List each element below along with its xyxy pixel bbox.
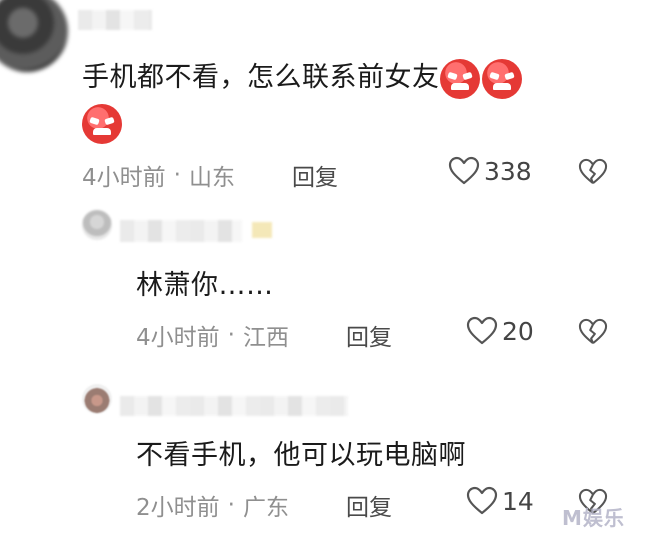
- avatar[interactable]: [82, 384, 112, 414]
- location: 广东: [242, 495, 289, 521]
- watermark: M娱乐: [562, 506, 625, 530]
- dislike-button[interactable]: [578, 158, 608, 186]
- separator: ·: [227, 492, 235, 518]
- angry-face-emoji: [481, 58, 522, 99]
- reply-button[interactable]: 回复: [292, 158, 338, 192]
- like-button[interactable]: 14: [466, 486, 534, 516]
- like-button[interactable]: 338: [448, 156, 532, 186]
- location: 山东: [188, 165, 235, 191]
- timestamp: 4小时前: [136, 325, 220, 351]
- comment-body: 手机都不看，怎么联系前女友: [82, 62, 440, 93]
- broken-heart-icon: [578, 318, 608, 345]
- angry-face-emoji: [82, 104, 122, 144]
- badge-blurred: [252, 222, 272, 238]
- username-blurred[interactable]: [120, 220, 242, 242]
- reply-button[interactable]: 回复: [346, 488, 392, 522]
- broken-heart-icon: [578, 158, 608, 185]
- comment-meta: 4小时前 · 江西: [136, 318, 289, 352]
- comment-meta: 2小时前 · 广东: [136, 488, 289, 522]
- avatar[interactable]: [0, 0, 68, 72]
- like-count: 14: [502, 486, 534, 516]
- heart-icon: [466, 316, 498, 345]
- location: 江西: [242, 325, 289, 351]
- username-blurred[interactable]: [120, 396, 348, 416]
- comment-text: 不看手机，他可以玩电脑啊: [136, 440, 466, 471]
- comment-text: 手机都不看，怎么联系前女友: [82, 58, 522, 99]
- avatar[interactable]: [82, 210, 112, 240]
- separator: ·: [227, 322, 235, 348]
- comment-text: 林萧你……: [136, 270, 274, 301]
- like-count: 20: [502, 316, 534, 346]
- heart-icon: [466, 486, 498, 515]
- reply-button[interactable]: 回复: [346, 318, 392, 352]
- timestamp: 2小时前: [136, 495, 220, 521]
- username-blurred[interactable]: [78, 10, 152, 30]
- like-button[interactable]: 20: [466, 316, 534, 346]
- dislike-button[interactable]: [578, 318, 608, 346]
- timestamp: 4小时前: [82, 165, 166, 191]
- comment-emoji-line: [82, 104, 122, 144]
- separator: ·: [173, 162, 181, 188]
- heart-icon: [448, 156, 480, 185]
- angry-face-emoji: [439, 58, 480, 99]
- like-count: 338: [484, 156, 532, 186]
- comment-meta: 4小时前 · 山东: [82, 158, 235, 192]
